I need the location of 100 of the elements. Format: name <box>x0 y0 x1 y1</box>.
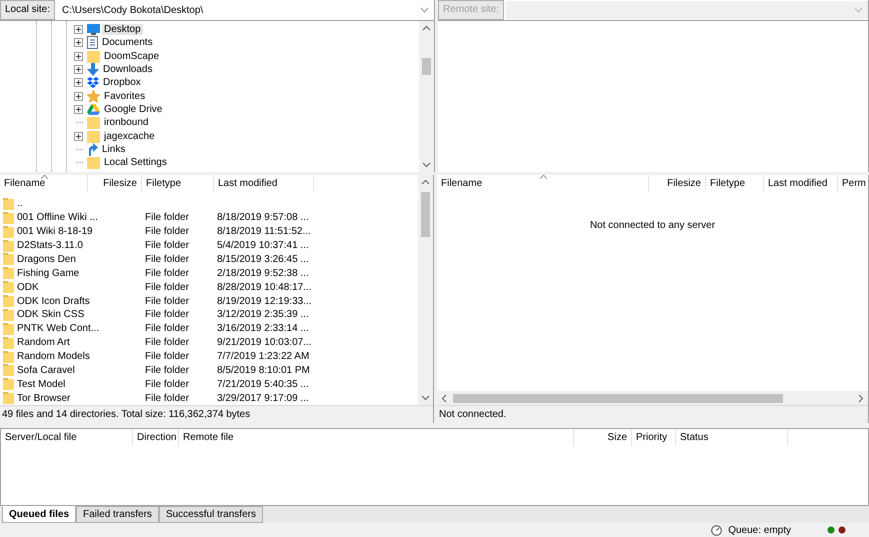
expand-box-icon[interactable] <box>74 92 83 101</box>
file-name[interactable]: Random Models <box>0 350 93 363</box>
file-name[interactable]: .. <box>0 198 88 210</box>
table-cell-text: 3/12/2019 2:35:39 ... <box>216 309 310 320</box>
shortcut-arrow-icon <box>87 142 98 156</box>
star-icon <box>87 90 100 103</box>
download-arrow-icon <box>87 63 99 76</box>
file-name[interactable]: ODK Icon Drafts <box>0 295 93 308</box>
column-header[interactable]: Direction <box>133 429 179 446</box>
queue-tab[interactable]: Failed transfers <box>76 506 159 523</box>
folder-icon <box>3 322 14 335</box>
table-cell-text: File folder <box>144 212 190 224</box>
column-header[interactable]: Perm <box>838 175 868 192</box>
file-name[interactable]: Test Model <box>0 378 88 390</box>
tree-item[interactable]: Dropbox <box>101 77 143 88</box>
file-name[interactable]: Sofa Caravel <box>0 364 88 376</box>
scroll-up-icon[interactable] <box>421 178 430 187</box>
column-header[interactable]: Remote file <box>179 429 574 446</box>
table-cell-text: File folder <box>144 351 190 362</box>
scroll-left-icon[interactable] <box>440 394 449 402</box>
folder-icon <box>3 198 14 210</box>
file-name[interactable]: ODK <box>0 281 88 294</box>
tree-item[interactable]: Documents <box>100 37 155 48</box>
triangle-icon <box>87 104 100 115</box>
table-cell-text: 5/4/2019 10:37:41 ... <box>216 240 310 252</box>
folder-icon <box>3 350 14 363</box>
folder-icon <box>87 50 100 63</box>
empty-message: Not connected to any server <box>590 220 716 231</box>
expand-box-icon[interactable] <box>74 132 83 141</box>
file-name[interactable]: Tor Browser <box>0 392 88 404</box>
scroll-down-icon[interactable] <box>421 393 430 402</box>
file-name[interactable]: ODK Skin CSS <box>0 308 88 321</box>
queue-tab[interactable]: Successful transfers <box>158 506 263 523</box>
tree-item[interactable]: Links <box>100 144 128 155</box>
folder-icon <box>3 240 14 252</box>
queue-tab[interactable]: Queued files <box>2 506 76 523</box>
table-cell-text: 8/28/2019 10:48:17... <box>216 282 313 293</box>
tree-item[interactable]: Favorites <box>102 90 148 102</box>
column-header[interactable]: Filesize <box>649 175 706 192</box>
folder-icon <box>3 364 14 376</box>
table-cell-text: File folder <box>144 296 190 307</box>
file-name[interactable]: Random Art <box>0 336 88 349</box>
table-cell-text: File folder <box>144 337 190 348</box>
tree-item[interactable]: ironbound <box>102 117 150 128</box>
folder-icon <box>3 226 14 238</box>
file-name[interactable]: Fishing Game <box>0 267 88 280</box>
tree-item[interactable]: Google Drive <box>102 104 164 115</box>
file-name[interactable]: 001 Wiki 8-18-19 <box>0 226 96 238</box>
expand-box-icon[interactable] <box>74 52 83 61</box>
sort-caret-icon <box>540 175 546 179</box>
scrollbar-thumb[interactable] <box>453 394 783 402</box>
table-cell-text: 9/21/2019 10:03:07... <box>216 337 313 348</box>
column-header[interactable]: Filetype <box>706 175 764 192</box>
column-header[interactable]: Last modified <box>214 175 314 192</box>
folder-icon <box>3 378 14 390</box>
tree-item[interactable]: Desktop <box>102 24 143 36</box>
column-header[interactable]: Priority <box>632 429 676 446</box>
column-header[interactable]: Status <box>676 429 788 446</box>
queue-status: Queue: empty <box>728 524 791 536</box>
column-header[interactable]: Filename <box>0 175 88 192</box>
expand-box-icon[interactable] <box>74 38 83 48</box>
column-header[interactable]: Filesize <box>88 175 142 192</box>
column-header[interactable]: Size <box>574 429 632 446</box>
scroll-right-icon[interactable] <box>856 394 865 402</box>
folder-icon <box>3 267 14 280</box>
table-cell-text: File folder <box>144 364 190 376</box>
table-cell-text: File folder <box>144 282 190 293</box>
site-label: Remote site: <box>438 0 504 20</box>
folder-icon <box>87 156 100 170</box>
table-cell-text: File folder <box>144 309 190 320</box>
file-name[interactable]: PNTK Web Cont... <box>0 322 102 335</box>
file-name[interactable]: D2Stats-3.11.0 <box>0 240 88 252</box>
table-cell-text: 8/5/2019 8:10:01 PM <box>216 364 311 376</box>
file-name[interactable]: 001 Offline Wiki ... <box>0 212 101 224</box>
file-name[interactable]: Dragons Den <box>0 253 88 266</box>
folder-icon <box>3 281 14 294</box>
column-header[interactable]: Filename <box>437 175 649 192</box>
tree-item[interactable]: Downloads <box>101 64 154 76</box>
column-header[interactable]: Server/Local file <box>1 429 133 446</box>
document-icon <box>87 36 98 50</box>
scroll-up-icon[interactable] <box>422 24 431 33</box>
expand-box-icon[interactable] <box>74 78 83 88</box>
folder-icon <box>3 336 14 349</box>
expand-box-icon[interactable] <box>74 65 83 74</box>
dropdown-caret-icon[interactable] <box>420 7 429 13</box>
status-lights-icon <box>827 526 847 534</box>
scrollbar-thumb[interactable] <box>421 192 430 237</box>
column-header[interactable]: Last modified <box>764 175 838 192</box>
scrollbar-thumb[interactable] <box>422 58 431 75</box>
table-cell-text: 8/15/2019 3:26:45 ... <box>216 254 310 265</box>
tree-item[interactable]: DoomScape <box>102 50 162 62</box>
scroll-down-icon[interactable] <box>422 160 431 169</box>
column-header[interactable]: Filetype <box>142 175 214 192</box>
folder-icon <box>87 130 100 143</box>
expand-box-icon[interactable] <box>74 104 83 114</box>
table-cell-text: File folder <box>144 392 190 404</box>
table-cell-text: File folder <box>144 378 190 390</box>
tree-item[interactable]: Local Settings <box>102 157 169 168</box>
expand-box-icon[interactable] <box>74 25 83 34</box>
tree-item[interactable]: jagexcache <box>102 130 157 142</box>
